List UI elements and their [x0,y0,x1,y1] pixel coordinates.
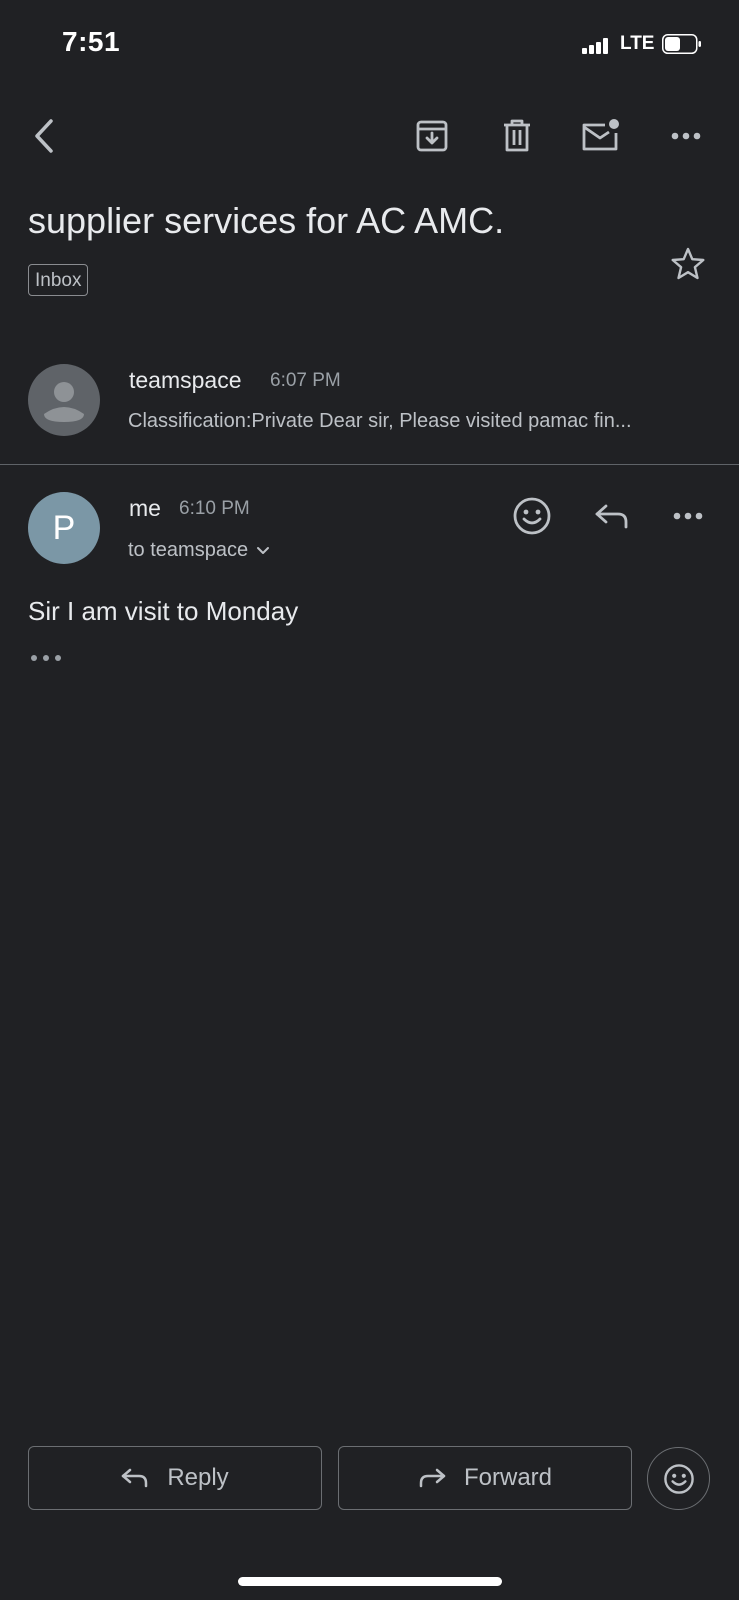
emoji-icon [513,497,551,535]
mark-unread-icon [582,119,619,151]
delete-button[interactable] [495,114,539,158]
status-time: 7:51 [62,26,121,57]
message-snippet[interactable]: Classification:Private Dear sir, Please … [128,410,700,433]
back-button[interactable] [22,114,66,158]
reply-icon [122,1468,148,1488]
message-more-button[interactable] [668,504,708,528]
sender-avatar[interactable] [28,364,100,436]
reply-icon [595,504,628,529]
ellipsis-icon [31,655,61,661]
divider [0,464,739,465]
message-body: Sir I am visit to Monday [28,596,299,626]
emoji-icon [663,1463,694,1494]
message-sender: teamspace [129,367,242,393]
signal-icon [582,38,608,54]
mark-unread-button[interactable] [578,112,624,158]
more-options-button[interactable] [664,116,708,156]
message-time: 6:07 PM [270,370,341,391]
battery-icon [662,34,701,54]
react-emoji-button[interactable] [510,494,554,538]
reply-icon-button[interactable] [590,498,634,534]
reply-label: Reply [167,1464,229,1491]
recipients-toggle[interactable]: to teamspace [128,539,270,562]
archive-button[interactable] [410,114,454,158]
my-avatar[interactable]: P [28,492,100,564]
show-trimmed-content-button[interactable] [28,650,64,666]
reply-button[interactable]: Reply [28,1446,322,1510]
star-button[interactable] [668,244,708,284]
recipients-text: to teamspace [128,539,249,561]
more-icon [671,132,701,140]
inbox-label-chip[interactable]: Inbox [28,264,89,296]
home-indicator[interactable] [238,1577,502,1586]
person-icon [44,382,84,422]
emoji-react-button[interactable] [647,1447,710,1510]
chevron-down-icon [257,546,270,554]
message-sender: me [129,495,161,521]
forward-button[interactable]: Forward [338,1446,632,1510]
more-icon [673,512,703,520]
email-subject: supplier services for AC AMC. [28,200,505,241]
forward-icon [419,1468,446,1488]
message-time: 6:10 PM [179,498,250,519]
back-chevron-icon [35,119,53,153]
archive-icon [416,120,448,152]
trash-icon [504,119,530,152]
star-icon [671,247,705,280]
network-type: LTE [620,33,655,54]
forward-label: Forward [463,1464,553,1491]
